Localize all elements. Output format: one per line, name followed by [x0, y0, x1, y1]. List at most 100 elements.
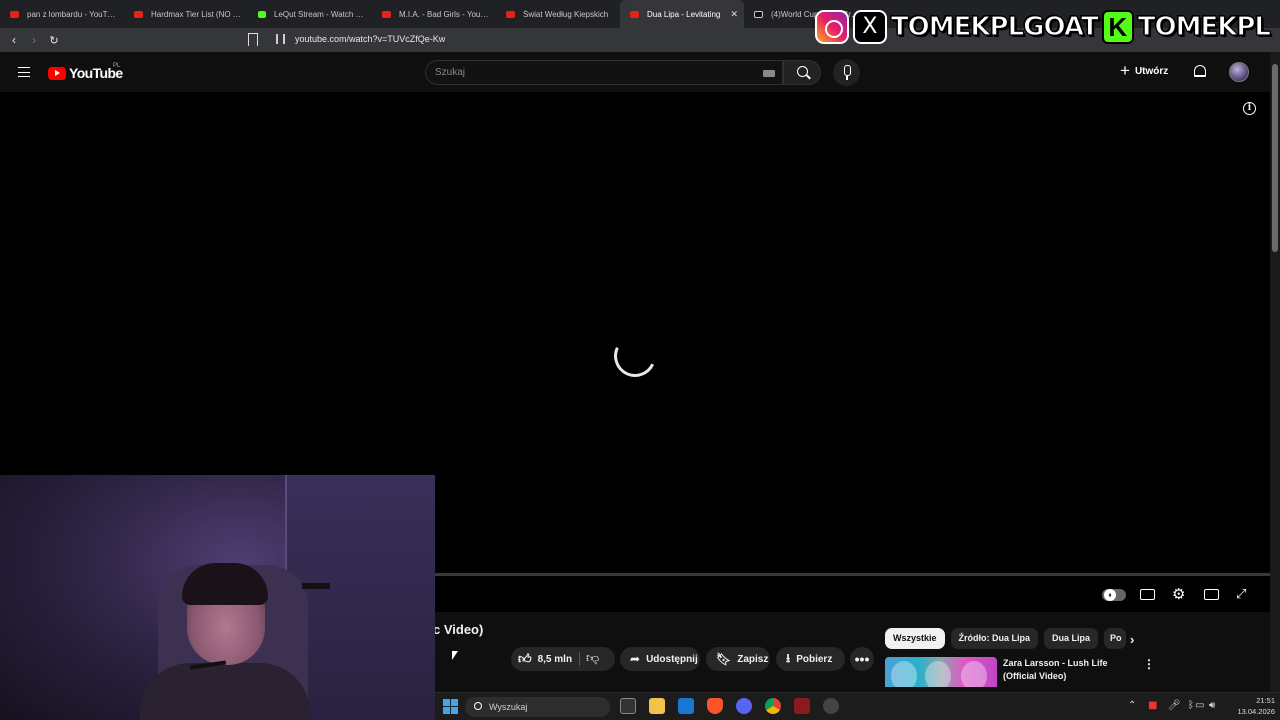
taskbar-search-placeholder: Wyszukaj [489, 702, 528, 712]
youtube-play-icon [48, 66, 66, 80]
recommendation-chips: Wszystkie Źródło: Dua Lipa Dua Lipa Po [885, 628, 1127, 649]
webcam-feed [0, 475, 435, 720]
search-placeholder: Szukaj [435, 67, 466, 78]
chevron-right-icon[interactable]: › [1130, 632, 1134, 647]
tray-bluetooth-icon[interactable]: ᛒ [1188, 700, 1194, 711]
chip-source[interactable]: Źródło: Dua Lipa [950, 628, 1039, 649]
tray-network-icon[interactable]: ▭ [1195, 700, 1204, 711]
browser-tab[interactable]: pan z lombardu - YouTube [0, 0, 124, 28]
tray-overflow-icon[interactable]: ⌃ [1128, 700, 1136, 711]
thumbnail-face [961, 661, 987, 687]
menu-icon[interactable] [18, 67, 30, 77]
task-view-icon[interactable] [620, 698, 636, 714]
more-actions-button[interactable]: ••• [850, 647, 874, 671]
youtube-logo[interactable]: YouTube [48, 65, 123, 81]
download-button[interactable]: ⭳ Pobierz [776, 647, 845, 671]
tiktok-icon [754, 10, 763, 18]
notifications-bell-icon[interactable] [1194, 65, 1206, 77]
clock-date: 13.04.2026 [1237, 707, 1275, 716]
search-icon [797, 66, 808, 77]
youtube-icon [10, 10, 19, 18]
file-explorer-icon[interactable] [649, 698, 665, 714]
brave-browser-icon[interactable] [707, 698, 723, 714]
webcam-person-body [140, 663, 310, 720]
close-tab-icon[interactable]: ✕ [730, 9, 738, 20]
bookmark-icon[interactable] [248, 33, 258, 46]
save-label: Zapisz [737, 653, 769, 665]
recommendation-title[interactable]: Zara Larsson - Lush Life (Official Video… [1003, 657, 1123, 683]
overlay-handle: TOMEKPLGOAT [890, 11, 1099, 42]
taskbar-clock[interactable]: 21:51 13.04.2026 [1223, 695, 1275, 717]
chip-related[interactable]: Po [1104, 628, 1127, 649]
reload-icon[interactable]: ↻ [44, 34, 64, 47]
like-divider [579, 652, 580, 666]
bookmark-icon: 🔖︎ [716, 652, 732, 666]
dislike-button[interactable]: 👎︎ [586, 650, 599, 666]
settings-gear-icon[interactable]: ⚙ [1172, 587, 1187, 602]
save-button[interactable]: 🔖︎ Zapisz [706, 647, 770, 671]
fullscreen-icon[interactable]: ⤢ [1236, 587, 1251, 602]
loading-spinner-icon [608, 329, 662, 383]
browser-tab[interactable]: LeQut Stream - Watch Live [248, 0, 372, 28]
search-input[interactable]: Szukaj [425, 60, 783, 85]
app-shield-icon[interactable] [794, 698, 810, 714]
more-icon: ••• [854, 651, 870, 667]
search-button[interactable] [783, 60, 821, 85]
kick-icon [258, 10, 266, 18]
overlay-handle: TOMEKPL [1137, 11, 1271, 42]
forward-icon[interactable]: › [24, 33, 44, 47]
instagram-icon [814, 10, 849, 44]
keyboard-icon[interactable] [763, 70, 775, 77]
recommendation-thumbnail[interactable] [885, 657, 997, 687]
share-button[interactable]: ➦ Udostępnij [620, 647, 700, 671]
tab-title: Świat Według Kiepskich [523, 9, 609, 19]
chip-artist[interactable]: Dua Lipa [1044, 628, 1099, 649]
x-logo-icon: X [852, 10, 887, 44]
thumbnail-face [925, 661, 951, 687]
scrollbar-thumb[interactable] [1272, 64, 1278, 252]
browser-tab-active[interactable]: Dua Lipa - Levitating ✕ [620, 0, 744, 28]
tray-mic-icon[interactable]: 🎤︎ [1168, 700, 1181, 711]
mouse-cursor-icon [452, 651, 458, 660]
page-scrollbar[interactable] [1270, 52, 1280, 692]
chip-all[interactable]: Wszystkie [885, 628, 945, 649]
screen: pan z lombardu - YouTube Hardmax Tier Li… [0, 0, 1280, 720]
browser-tab[interactable]: Świat Według Kiepskich [496, 0, 620, 28]
create-button[interactable]: + Utwórz [1120, 62, 1168, 79]
info-icon[interactable]: i [1243, 102, 1256, 115]
browser-tab[interactable]: Hardmax Tier List (NO FILTER) [124, 0, 248, 28]
progress-bar[interactable] [435, 573, 1270, 576]
share-label: Udostępnij [646, 653, 698, 665]
browser-tab[interactable]: M.I.A. - Bad Girls - YouTube [372, 0, 496, 28]
tab-title: M.I.A. - Bad Girls - YouTube [399, 9, 490, 19]
stream-overlay: X TOMEKPLGOAT K TOMEKPL [814, 10, 1272, 44]
like-dislike-group: 👍︎ 8,5 mln 👎︎ [511, 647, 615, 671]
kebab-menu-icon[interactable]: ⋮ [1143, 657, 1155, 671]
youtube-icon [630, 10, 639, 18]
download-label: Pobierz [796, 653, 833, 665]
windows-start-icon[interactable] [443, 699, 458, 714]
thumbs-up-icon: 👍︎ [518, 651, 532, 666]
theater-mode-icon[interactable] [1204, 589, 1219, 600]
tray-app-icon[interactable]: ■ [1148, 700, 1157, 711]
back-icon[interactable]: ‹ [4, 33, 24, 47]
discord-icon[interactable] [736, 698, 752, 714]
avatar[interactable] [1229, 62, 1249, 82]
search-icon [474, 702, 482, 710]
download-icon: ⭳ [786, 650, 791, 665]
youtube-icon [506, 10, 515, 18]
tray-volume-icon[interactable]: 🔊︎ [1209, 700, 1215, 711]
autoplay-toggle[interactable] [1102, 589, 1126, 601]
webcam-person-hair [182, 563, 268, 605]
voice-search-button[interactable] [833, 59, 860, 86]
site-info-icon[interactable] [276, 34, 285, 44]
url-field[interactable]: youtube.com/watch?v=TUVcZfQe-Kw [295, 34, 445, 44]
subtitles-icon[interactable] [1140, 589, 1155, 600]
microsoft-store-icon[interactable] [678, 698, 694, 714]
app-icon[interactable] [823, 698, 839, 714]
youtube-icon [382, 10, 391, 18]
taskbar-search-input[interactable]: Wyszukaj [465, 697, 610, 717]
chrome-icon[interactable] [765, 698, 781, 714]
tab-title: Hardmax Tier List (NO FILTER) [151, 9, 242, 19]
like-button[interactable]: 👍︎ 8,5 mln [511, 647, 579, 671]
